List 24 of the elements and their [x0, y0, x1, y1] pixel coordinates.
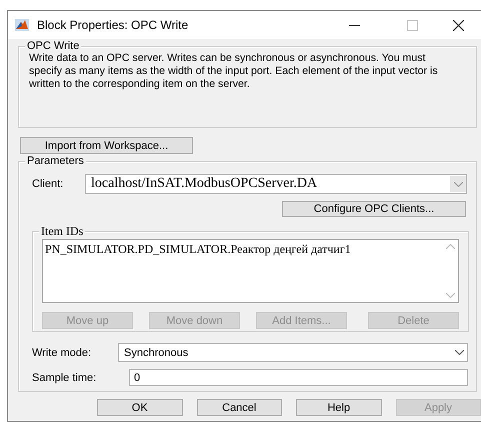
item-list[interactable]: PN_SIMULATOR.PD_SIMULATOR.Реактор деңгей датчиг1 [42, 239, 459, 303]
sample-time-label: Sample time: [32, 372, 98, 384]
group-title: Item IDs [39, 225, 86, 238]
app-icon [15, 19, 29, 31]
dialog-button[interactable]: Cancel [196, 399, 282, 416]
write-mode-dropdown[interactable]: Synchronous [118, 343, 468, 362]
client-label: Client: [32, 178, 64, 190]
maximize-icon[interactable] [406, 20, 418, 30]
write-mode-label: Write mode: [32, 346, 92, 358]
chevron-icon [454, 350, 464, 355]
sample-time-field[interactable]: 0 [129, 369, 468, 386]
close-icon[interactable] [452, 20, 464, 30]
chevron-icon [454, 182, 462, 186]
dialog-button[interactable]: Help [296, 399, 382, 416]
item-id-entry[interactable]: PN_SIMULATOR.PD_SIMULATOR.Реактор деңгей датчиг1 [45, 242, 440, 257]
window-title: Block Properties: OPC Write [37, 18, 190, 32]
configure-clients-button[interactable]: Configure OPC Clients... [282, 201, 466, 217]
description-text: Write data to an OPC server. Writes can be synchronous or asynchronous. You must specify as many items as the width of the input port. Each element of the input vector is written to the corresponding item on the server. [29, 52, 439, 91]
client-dropdown[interactable]: localhost/InSAT.ModbusOPCServer.DA [85, 174, 467, 194]
minimize-icon[interactable] [348, 24, 360, 26]
scroll-up-icon[interactable] [446, 244, 454, 249]
scroll-down-icon[interactable] [446, 293, 454, 298]
dialog-button[interactable]: OK [97, 399, 182, 416]
import-button[interactable]: Import from Workspace... [20, 137, 193, 154]
